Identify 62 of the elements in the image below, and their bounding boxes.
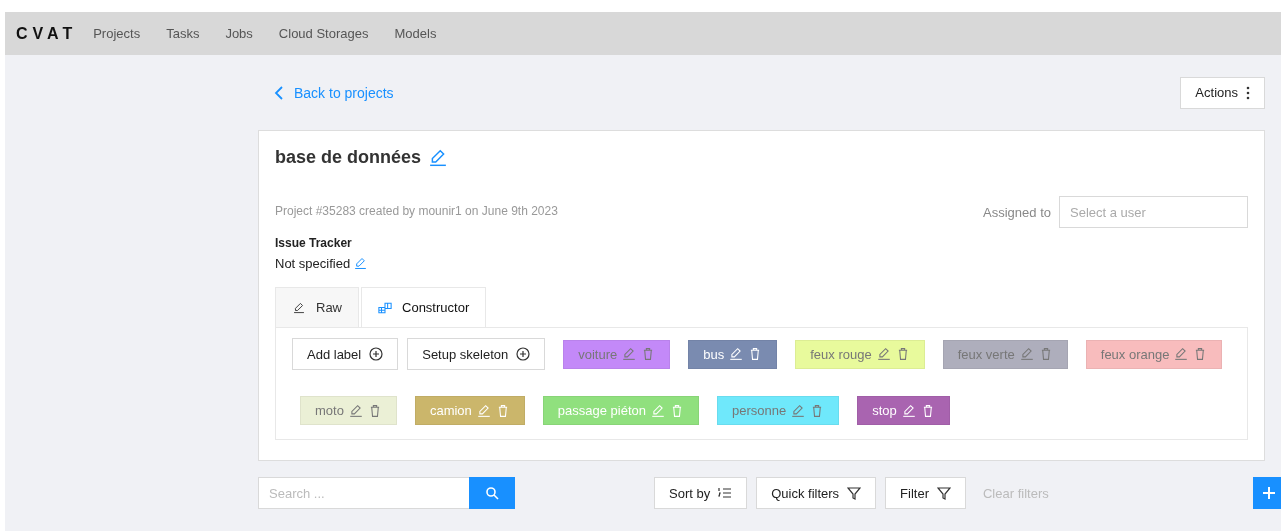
tab[interactable]: Raw xyxy=(275,287,359,327)
label-tag[interactable]: feux orange xyxy=(1085,339,1223,369)
nav-link[interactable]: Cloud Storages xyxy=(278,26,369,41)
filter-icon xyxy=(937,486,951,500)
label-tag[interactable]: personne xyxy=(717,396,840,425)
quick-filters-button[interactable]: Quick filters xyxy=(756,477,877,509)
add-label-button[interactable]: Add label xyxy=(292,338,399,370)
plus-circle-icon xyxy=(369,347,384,361)
label-name: moto xyxy=(315,403,344,418)
nav-link[interactable]: Jobs xyxy=(225,26,253,41)
search-button[interactable] xyxy=(469,477,515,509)
pencil-icon[interactable] xyxy=(622,347,637,361)
label-name: camion xyxy=(429,403,472,418)
issue-tracker-value: Not specified xyxy=(275,256,351,271)
label-name: bus xyxy=(703,346,725,362)
pencil-icon xyxy=(292,301,306,314)
pencil-icon[interactable] xyxy=(901,403,916,418)
label-name: feux orange xyxy=(1100,346,1170,362)
filter-button[interactable]: Filter xyxy=(885,477,966,509)
label-name: voiture xyxy=(578,346,618,362)
issue-tracker-label: Issue Tracker xyxy=(275,236,353,250)
filter-icon xyxy=(847,486,862,500)
pencil-icon[interactable] xyxy=(354,257,368,270)
label-name: stop xyxy=(872,403,897,418)
blocks-icon xyxy=(378,301,392,314)
chevron-left-icon xyxy=(274,85,284,100)
pencil-icon[interactable] xyxy=(729,347,744,361)
pencil-icon[interactable] xyxy=(791,403,806,418)
project-title: base de données xyxy=(275,147,422,168)
assignee-field[interactable]: Select a user xyxy=(1059,196,1248,228)
plus-circle-icon xyxy=(516,347,531,361)
search-field[interactable]: Search ... xyxy=(258,477,469,509)
pencil-icon[interactable] xyxy=(1019,347,1034,361)
actions-button[interactable]: Actions xyxy=(1180,76,1265,109)
sort-button[interactable]: Sort by xyxy=(654,477,748,509)
nav-link[interactable]: Projects xyxy=(93,26,141,41)
more-vertical-icon xyxy=(1246,85,1250,100)
label-name: personne xyxy=(732,403,787,418)
sort-list-icon xyxy=(718,486,733,500)
label-name: feux verte xyxy=(957,346,1015,362)
label-tag[interactable]: feux rouge xyxy=(795,339,925,369)
add-button[interactable] xyxy=(1253,477,1281,509)
nav-link[interactable]: Tasks xyxy=(166,26,200,41)
assignee-label: Assigned to xyxy=(983,204,1051,220)
pencil-icon[interactable] xyxy=(876,347,891,361)
label-name: feux rouge xyxy=(810,346,872,362)
app-logo: CVAT xyxy=(16,24,78,43)
label-tag[interactable]: bus xyxy=(688,339,778,369)
pencil-icon[interactable] xyxy=(476,403,491,418)
search-icon xyxy=(485,486,499,500)
back-link[interactable]: Back to projects xyxy=(274,84,394,101)
plus-icon xyxy=(1262,486,1276,500)
pencil-icon[interactable] xyxy=(348,403,363,418)
nav-link[interactable]: Models xyxy=(394,26,437,41)
label-name: passage piéton xyxy=(557,403,646,418)
setup-skeleton-button[interactable]: Setup skeleton xyxy=(407,338,546,370)
pencil-icon[interactable] xyxy=(429,147,448,168)
pencil-icon[interactable] xyxy=(1174,347,1189,361)
label-tag[interactable]: stop xyxy=(857,396,950,425)
project-info-text: Project #35283 created by mounir1 on June 9th 2023 xyxy=(275,204,558,220)
label-tag[interactable]: moto xyxy=(300,396,397,425)
tab[interactable]: Constructor xyxy=(361,287,487,327)
